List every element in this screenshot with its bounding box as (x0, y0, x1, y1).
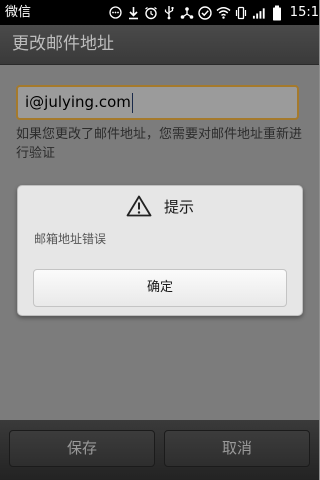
check-circle-icon (198, 4, 213, 21)
status-bar: 微信 15:1 (0, 0, 319, 25)
title-bar: 更改邮件地址 (0, 25, 319, 65)
dialog-title: 提示 (163, 197, 194, 216)
chat-bubble-icon (108, 4, 123, 21)
dialog-message: 邮箱地址错误 (34, 232, 107, 246)
alarm-icon (144, 4, 159, 21)
wifi-icon (216, 4, 231, 21)
email-hint: 如果您更改了邮件地址，您需要对邮件地址重新进行验证 (16, 127, 303, 161)
battery-icon (270, 4, 285, 21)
download-icon (126, 4, 141, 21)
save-button[interactable]: 保存 (9, 430, 155, 467)
bottom-button-bar: 保存 取消 (0, 420, 319, 480)
text-cursor (131, 92, 133, 113)
signal-icon (252, 4, 267, 21)
usb-icon (162, 4, 177, 21)
warning-icon (126, 195, 152, 217)
alert-dialog: 提示 邮箱地址错误 确定 (17, 185, 303, 316)
dialog-ok-button[interactable]: 确定 (33, 269, 287, 307)
status-icons: 15:1 (108, 3, 319, 22)
dialog-header: 提示 (18, 186, 302, 226)
share-icon (180, 4, 195, 21)
clock: 15:1 (289, 5, 319, 20)
carrier-name: 微信 (5, 5, 32, 20)
vibrate-icon (234, 4, 249, 21)
email-input[interactable]: i@julying.com (16, 85, 299, 120)
page-title: 更改邮件地址 (12, 34, 114, 54)
email-value: i@julying.com (25, 93, 131, 111)
cancel-button[interactable]: 取消 (164, 430, 310, 467)
